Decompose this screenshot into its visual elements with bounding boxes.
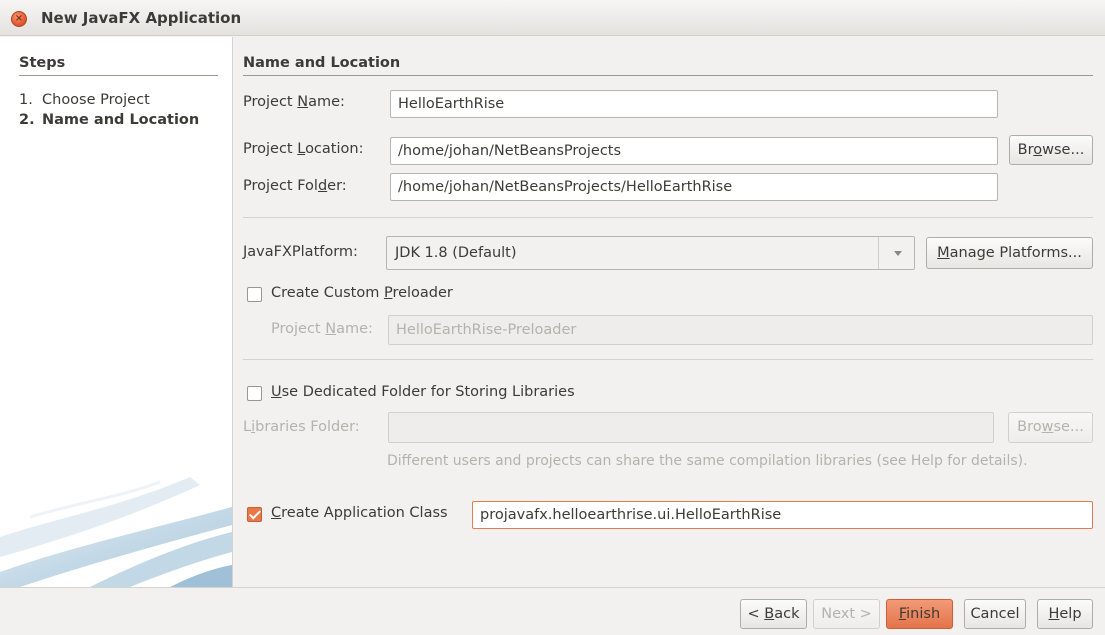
step-label: Name and Location <box>42 112 200 128</box>
close-window-button[interactable]: × <box>11 11 27 27</box>
panel-divider <box>232 37 233 587</box>
create-application-class-label[interactable]: Create Application Class <box>271 505 448 521</box>
steps-panel: Steps 1. Choose Project 2. Name and Locati… <box>0 37 232 587</box>
steps-list: 1. Choose Project 2. Name and Location <box>19 90 199 130</box>
step-number: 1. <box>19 92 33 108</box>
step-label: Choose Project <box>42 92 150 108</box>
steps-heading: Steps <box>19 55 218 76</box>
project-name-label: Project Name: <box>243 94 345 110</box>
project-folder-label: Project Folder: <box>243 178 347 194</box>
project-folder-input[interactable]: /home/johan/NetBeansProjects/HelloEarthR… <box>390 173 998 201</box>
window-title: New JavaFX Application <box>41 9 242 27</box>
project-location-input[interactable]: /home/johan/NetBeansProjects <box>390 137 998 165</box>
button-bar: < Back Next > Finish Cancel Help <box>0 587 1105 635</box>
preloader-name-label: Project Name: <box>271 321 373 337</box>
close-icon: × <box>14 13 24 24</box>
separator <box>243 217 1093 218</box>
create-preloader-checkbox[interactable] <box>247 287 262 302</box>
help-button[interactable]: Help <box>1037 599 1093 629</box>
selected-platform: JDK 1.8 (Default) <box>395 245 517 261</box>
project-name-input[interactable]: HelloEarthRise <box>390 90 998 118</box>
dedicated-libraries-folder-checkbox[interactable] <box>247 386 262 401</box>
libraries-folder-label: Libraries Folder: <box>243 419 360 435</box>
separator <box>243 359 1093 360</box>
libraries-folder-input <box>388 412 994 443</box>
create-preloader-label[interactable]: Create Custom Preloader <box>271 285 453 301</box>
browse-libraries-button: Browse... <box>1008 412 1093 443</box>
finish-button[interactable]: Finish <box>886 599 953 629</box>
project-location-label: Project Location: <box>243 141 364 157</box>
dropdown-arrow-icon[interactable] <box>878 237 914 269</box>
preloader-name-input: HelloEarthRise-Preloader <box>388 315 1093 345</box>
step-item-name-and-location: 2. Name and Location <box>19 110 199 130</box>
step-number: 2. <box>19 112 35 128</box>
application-class-input[interactable]: projavafx.helloearthrise.ui.HelloEarthRi… <box>472 501 1093 529</box>
next-button: Next > <box>813 599 880 629</box>
javafx-platform-select[interactable]: JDK 1.8 (Default) <box>386 236 915 270</box>
new-javafx-application-dialog: × New JavaFX Application Steps 1. Choose … <box>0 0 1105 635</box>
browse-location-button[interactable]: Browse... <box>1009 135 1093 165</box>
wizard-decoration-graphic <box>0 477 232 587</box>
step-item-choose-project: 1. Choose Project <box>19 90 199 110</box>
create-application-class-checkbox[interactable] <box>247 507 262 522</box>
section-heading: Name and Location <box>243 55 1093 76</box>
back-button[interactable]: < Back <box>740 599 807 629</box>
dedicated-libraries-folder-label[interactable]: Use Dedicated Folder for Storing Librari… <box>271 384 575 400</box>
javafx-platform-label: JavaFXPlatform: <box>243 244 358 260</box>
libraries-hint-text: Different users and projects can share t… <box>387 453 1028 469</box>
manage-platforms-button[interactable]: Manage Platforms... <box>926 237 1093 269</box>
cancel-button[interactable]: Cancel <box>964 599 1026 629</box>
title-bar: × New JavaFX Application <box>0 0 1105 36</box>
